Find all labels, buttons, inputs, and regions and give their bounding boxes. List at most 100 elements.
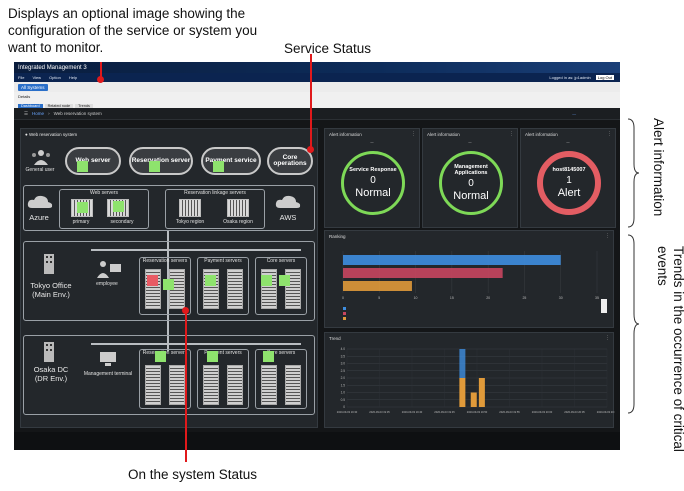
trend-bar-segment <box>459 349 466 378</box>
more-icon[interactable]: ⋮ <box>411 131 416 137</box>
legend-swatch <box>343 307 346 310</box>
linkage-servers-label: Reservation linkage servers <box>184 190 246 196</box>
logout-button[interactable]: Log Out <box>595 75 614 80</box>
alert-ring: host8145007 1 Alert <box>537 151 601 215</box>
service-reservation-server[interactable]: Reservation server <box>129 147 193 175</box>
trend-bar-segment <box>478 378 485 407</box>
app-window: Integrated Management 3 File View Option… <box>14 62 620 450</box>
service-payment[interactable]: Payment service <box>201 147 261 175</box>
tab-trends[interactable]: Trends <box>75 104 93 108</box>
system-panel-title: ● Web reservation system <box>25 132 78 137</box>
server-rack <box>179 199 201 217</box>
alert-ring: Service Response 0 Normal <box>341 151 405 215</box>
menu-icon[interactable]: ☰ <box>24 111 28 117</box>
alert-status: Normal <box>355 187 391 199</box>
menu-help[interactable]: Help <box>69 75 77 80</box>
status-indicator-green <box>261 275 272 286</box>
trend-chart: 0 0.5 1.0 1.5 2.0 2.5 3.0 3.5 4.0 2020-09-03 19:3… <box>337 347 615 414</box>
main-env-label: (Main Env.) <box>32 290 70 299</box>
app-title: Integrated Management 3 <box>18 64 87 71</box>
alert-count: 0 <box>468 178 474 189</box>
pointer-dot <box>182 307 189 314</box>
alert-count: 1 <box>566 175 572 186</box>
service-web-server[interactable]: Web server <box>65 147 121 175</box>
server-tower <box>145 365 161 405</box>
time-range[interactable]: — <box>572 112 620 116</box>
x-tick-label: 2020-09-03 19:45 <box>434 410 455 414</box>
alert-panel-title: Alert information <box>525 132 558 137</box>
tick-label: 0 <box>342 296 344 300</box>
alert-panel-1[interactable]: Alert information ⋮ — Service Response 0… <box>324 128 420 228</box>
employee-icon <box>97 261 121 278</box>
status-indicator-green <box>263 351 274 362</box>
menu-file[interactable]: File <box>18 75 24 80</box>
service-label: Core operations <box>273 154 307 167</box>
nav-bar: All Systems <box>14 82 620 92</box>
status-indicator-red <box>147 275 158 286</box>
x-tick-label: 2020-09-03 20:00 <box>532 410 553 414</box>
cloud-icon <box>275 195 301 208</box>
osaka-dc-label: Osaka DC (DR Env.) <box>23 365 79 383</box>
breadcrumb-home[interactable]: Home <box>32 111 44 116</box>
callout-alert-information: Alert information <box>651 118 666 217</box>
sub-tabs: Dashboard Related node Trends <box>14 100 620 108</box>
payment-servers-label: Payment servers <box>204 350 242 356</box>
y-tick-label: 2.0 <box>341 376 346 380</box>
tab-related-node[interactable]: Related node <box>44 104 74 108</box>
server-tower <box>261 365 277 405</box>
menu-option[interactable]: Option <box>49 75 61 80</box>
trend-bar-segment <box>470 392 477 407</box>
y-tick-label: 3.5 <box>341 354 346 358</box>
dr-env-label: (DR Env.) <box>34 374 68 383</box>
alert-count: 0 <box>370 175 376 186</box>
brace-trend <box>627 234 640 414</box>
alert-sub: — <box>566 140 570 144</box>
more-icon[interactable]: ⋮ <box>607 131 612 137</box>
status-indicator-green <box>163 279 174 290</box>
y-tick-label: 1.0 <box>341 391 346 395</box>
x-tick-label: 2020-09-03 19:35 <box>369 410 390 414</box>
tick-label: 25 <box>522 296 526 300</box>
alert-panel-3[interactable]: Alert information ⋮ — host8145007 1 Aler… <box>520 128 616 228</box>
menu-view[interactable]: View <box>32 75 41 80</box>
ranking-chart: 0 5 10 15 20 25 30 35 <box>342 251 599 320</box>
service-core-operations[interactable]: Core operations <box>267 147 313 175</box>
alert-panel-title: Alert information <box>427 132 460 137</box>
y-tick-label: 2.5 <box>341 369 346 373</box>
status-indicator-green <box>279 275 290 286</box>
details-header: Details <box>14 92 620 100</box>
brace-alert <box>627 118 640 228</box>
breadcrumb-current: Web reservation system <box>53 111 102 116</box>
system-panel-title-text: Web reservation system <box>28 132 78 137</box>
y-tick-label: 0 <box>343 405 345 409</box>
scroll-handle[interactable] <box>601 299 607 313</box>
system-panel: ● Web reservation system ⋮ General user … <box>20 128 318 428</box>
x-tick-label: 2020-09-03 20:10 <box>597 410 615 414</box>
trend-panel: Trend ⋮ 0 0.5 1.0 1.5 2.0 2.5 3.0 3.5 4.0 2020-09… <box>324 332 615 428</box>
bottom-strip <box>14 432 620 450</box>
status-indicator-green <box>207 351 218 362</box>
x-tick-label: 2020-09-03 19:30 <box>337 410 358 414</box>
alert-sub: — <box>370 140 374 144</box>
pointer-line-system <box>185 310 187 462</box>
server-tower <box>227 269 243 309</box>
pointer-line-service <box>310 54 312 148</box>
tab-dashboard[interactable]: Dashboard <box>18 104 43 108</box>
tab-all-systems[interactable]: All Systems <box>18 83 48 91</box>
tick-label: 20 <box>486 296 490 300</box>
status-indicator-green <box>77 161 88 172</box>
server-tower <box>169 365 185 405</box>
x-tick-label: 2020-09-03 19:40 <box>402 410 423 414</box>
status-indicator-green <box>205 275 216 286</box>
tokyo-office-name: Tokyo Office <box>30 281 72 290</box>
server-tower <box>227 365 243 405</box>
more-icon[interactable]: ⋮ <box>509 131 514 137</box>
alert-status: Normal <box>453 190 489 202</box>
menu-bar: File View Option Help Logged in as: jp1a… <box>14 73 620 82</box>
alert-ring: Management Applications 0 Normal <box>439 151 503 215</box>
ranking-bar <box>343 268 503 278</box>
y-tick-label: 4.0 <box>341 347 346 351</box>
x-tick-label: 2020-09-03 19:55 <box>499 410 520 414</box>
alert-panel-2[interactable]: Alert information ⋮ — Management Applica… <box>422 128 518 228</box>
server-tower <box>203 365 219 405</box>
